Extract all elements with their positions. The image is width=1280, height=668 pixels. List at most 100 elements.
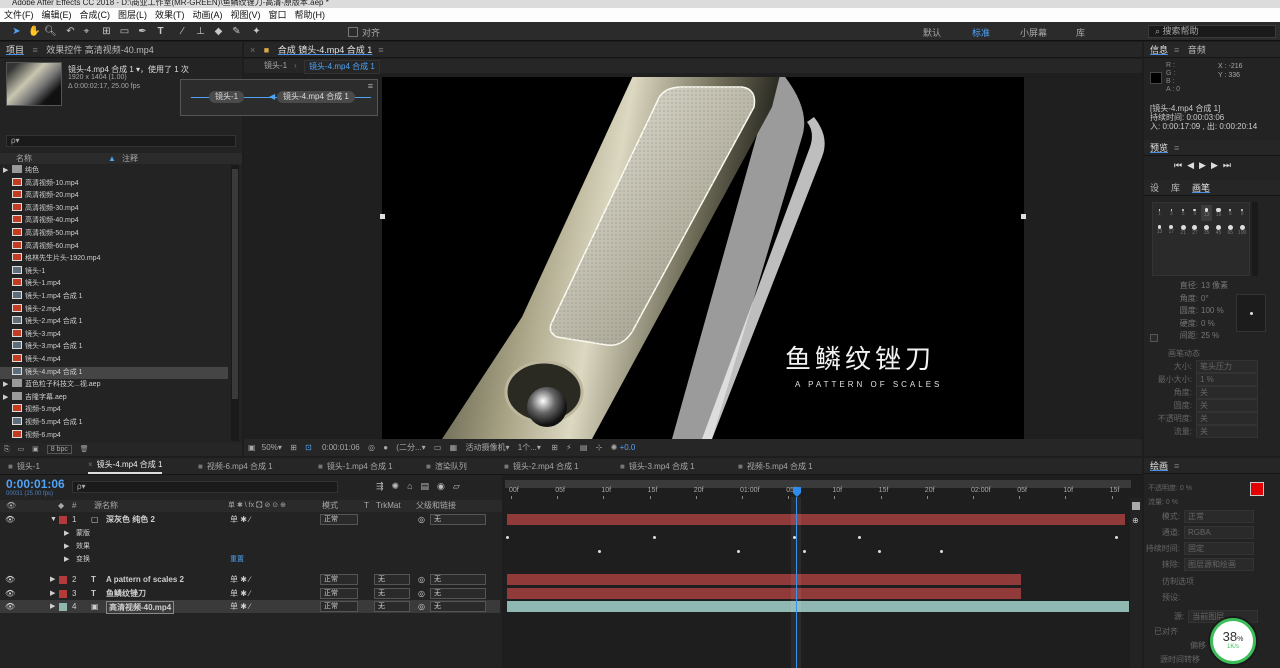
project-item[interactable]: ▶ 吉隆字幕.aep [0,391,228,405]
close-icon[interactable]: × [244,42,261,58]
pickwhip-icon[interactable]: ◎ [418,573,425,586]
visibility-eye-icon[interactable]: 👁 [5,600,15,613]
layer-switches[interactable]: 单 ✱ ∕ [230,587,250,600]
dynamics-select[interactable]: 笔头压力 [1196,360,1258,373]
tab-info[interactable]: 信息 [1144,42,1174,58]
project-item[interactable]: 镜头-2.mp4 [0,303,228,317]
roto-brush-tool-icon[interactable]: ✎ [230,25,243,38]
layer-parent-select[interactable]: 无 [430,587,486,599]
property-row[interactable]: ▶ 变换 重置 [0,553,500,565]
tab-close-icon[interactable]: ■ [620,462,625,471]
brush-scrollbar[interactable] [1252,202,1258,276]
bounding-handle-left[interactable] [380,214,385,219]
views-select[interactable]: 1个... [518,443,537,452]
project-item[interactable]: 视频-5.mp4 合成 1 [0,417,228,430]
layer-trkmat-select[interactable]: 无 [374,574,410,585]
brush-prop-value[interactable]: 0° [1201,294,1209,303]
time-ruler[interactable]: 00f 05f 10f 15f 20f 01:00f 05f 10f 15f 20f 02:00f 0… [503,487,1131,499]
brush-tip[interactable]: 13 [1154,222,1165,238]
project-item[interactable]: 高清视频-10.mp4 [0,177,228,191]
roi-icon[interactable]: ▭ [434,443,442,452]
layer-duration-bar[interactable] [507,587,1021,599]
toggle-pixel-icon[interactable]: ⊞ [551,443,558,452]
brush-tab-0[interactable]: 设 [1144,180,1165,196]
safe-zones-icon[interactable]: ⊞ [290,443,297,452]
tab-close-icon[interactable]: ■ [504,462,509,471]
brush-tip[interactable]: 5 [1225,205,1236,221]
layer-name[interactable]: 高清视频-40.mp4 [106,601,175,614]
keyframe[interactable] [598,550,601,553]
tab-project[interactable]: 项目 [0,42,30,58]
layer-switches[interactable]: 单 ✱ ∕ [230,513,250,526]
keyframe[interactable] [737,550,740,553]
tab-close-icon[interactable]: ■ [738,462,743,471]
brush-tab-1[interactable]: 库 [1165,180,1186,196]
col-trkmat[interactable]: TrkMat [376,500,401,512]
dynamics-select[interactable]: 关 [1196,425,1258,438]
viewer-timecode[interactable]: 0:00:01:06 [322,443,360,452]
tab-close-icon[interactable]: ■ [198,462,203,471]
last-frame-icon[interactable]: ⏭ [1223,160,1236,170]
menu-item-4[interactable]: 效果(T) [151,10,189,20]
timeline-tab-3[interactable]: ■ 镜头-1.mp4 合成 1 [318,458,393,475]
project-search-input[interactable]: ρ▾ [6,135,236,147]
paint-setting-select[interactable]: RGBA [1184,526,1254,539]
keyframe[interactable] [653,536,656,539]
workspace-2[interactable]: 小屏幕 [1020,26,1047,39]
eraser-tool-icon[interactable]: ◆ [212,25,225,38]
workspace-1[interactable]: 标准 [972,26,990,39]
menu-item-2[interactable]: 合成(C) [76,10,115,20]
paint-flow[interactable]: 流量: 0 % [1148,496,1192,510]
brush-prop-value[interactable]: 0 % [1201,319,1215,328]
hand-tool-icon[interactable]: ✋ [28,25,41,38]
project-item[interactable]: 镜头-4.mp4 合成 1 [0,366,228,380]
project-item[interactable]: ▶ 蓝色粒子科技文...视.aep [0,379,228,392]
menu-item-1[interactable]: 编辑(E) [38,10,76,20]
tab-close-icon[interactable]: ■ [318,462,323,471]
bounding-handle-right[interactable] [1021,214,1026,219]
selection-tool-icon[interactable]: ➤ [10,25,23,38]
channel-icon[interactable]: ● [383,443,388,452]
visibility-eye-icon[interactable]: 👁 [5,587,15,600]
prev-frame-icon[interactable]: ◀ [1187,160,1199,170]
layer-mode-select[interactable]: 正常 [320,601,358,612]
tab-close-icon[interactable]: ■ [8,462,13,471]
reset-link[interactable]: 重置 [230,553,244,566]
foreground-color-swatch[interactable] [1250,482,1264,496]
brush-tip[interactable]: 17 [1166,222,1177,238]
keyframe[interactable] [803,550,806,553]
expand-arrow-icon[interactable]: ▶ [50,573,55,586]
brush-tip[interactable]: 5 [1178,205,1189,221]
layer-switches[interactable]: 单 ✱ ∕ [230,600,250,613]
brush-tip[interactable]: 13 [1201,205,1213,221]
flow-node-1[interactable]: 镜头-1 [209,91,245,103]
brush-tip[interactable]: 27 [1189,222,1200,238]
timeline-target-icon[interactable]: ⊕ [1132,516,1140,525]
brush-tip[interactable]: 3 [1166,205,1177,221]
project-item[interactable]: 高清视频-40.mp4 [0,215,228,228]
graph-editor-icon[interactable]: ▱ [453,481,468,491]
pen-tool-icon[interactable]: ✒ [136,25,149,38]
timeline-timecode[interactable]: 0:00:01:06 [6,477,65,491]
brush-prop-value[interactable]: 25 % [1201,331,1219,340]
col-source-name[interactable]: 源名称 [94,500,118,512]
project-item[interactable]: 视频-6.mp4 [0,429,228,441]
brush-tab-2[interactable]: 画笔 [1186,180,1216,196]
menu-item-3[interactable]: 图层(L) [114,10,151,20]
composition-mini-flowchart-icon[interactable]: ⇶ [376,481,392,491]
zoom-tool-icon[interactable]: 🔍︎ [44,25,57,38]
project-item[interactable]: 镜头-3.mp4 合成 1 [0,341,228,354]
expand-arrow-icon[interactable]: ▶ [50,600,55,613]
magnification-select[interactable]: 50% [262,443,278,452]
pickwhip-icon[interactable]: ◎ [418,513,425,526]
rotate-tool-icon[interactable]: ↶ [64,25,77,38]
brush-tool-icon[interactable]: ∕ [176,25,189,38]
trash-icon[interactable]: 🗑 [80,446,89,453]
layer-search-input[interactable]: ρ▾ [72,481,338,493]
breadcrumb-item-1[interactable]: 镜头-1 [264,59,287,73]
visibility-eye-icon[interactable]: 👁 [5,573,15,586]
layer-parent-select[interactable]: 无 [430,601,486,612]
layer-trkmat-select[interactable]: 无 [374,601,410,612]
brush-tip[interactable]: 19 [1213,205,1224,221]
keyframe[interactable] [506,536,509,539]
